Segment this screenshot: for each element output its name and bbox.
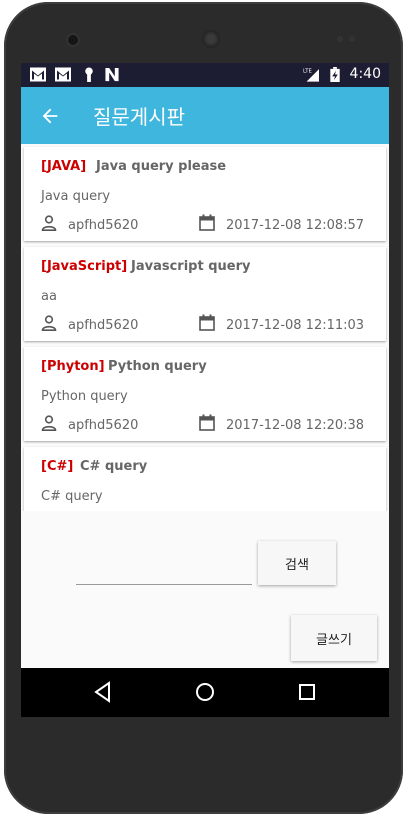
- post-card[interactable]: [JavaScript] Javascript query aa apfhd56…: [24, 247, 386, 341]
- post-body: aa: [41, 289, 57, 304]
- key-icon: [85, 67, 93, 82]
- screen: LTE 4:40 질문게시판 [JAVA] Java query please …: [21, 63, 389, 717]
- post-card[interactable]: [Phyton] Python query Python query apfhd…: [24, 347, 386, 441]
- write-button[interactable]: 글쓰기: [291, 615, 377, 661]
- svg-text:LTE: LTE: [303, 69, 312, 75]
- calendar-icon: [199, 414, 215, 431]
- n-icon: [105, 67, 119, 82]
- post-title: Javascript query: [131, 259, 251, 274]
- navigation-bar: [21, 668, 389, 717]
- post-body: C# query: [41, 489, 103, 504]
- front-camera: [68, 35, 78, 45]
- post-tag: [C#]: [41, 459, 74, 474]
- lte-signal-icon: LTE: [303, 69, 319, 82]
- calendar-icon: [199, 214, 215, 231]
- status-time: 4:40: [349, 66, 381, 82]
- post-date: 2017-12-08 12:20:38: [226, 418, 365, 433]
- battery-charging-icon: [330, 67, 340, 82]
- post-author: apfhd5620: [68, 318, 139, 333]
- post-author: apfhd5620: [68, 418, 139, 433]
- arrow-left-icon[interactable]: [39, 105, 61, 127]
- post-card[interactable]: [JAVA] Java query please Java query apfh…: [24, 147, 386, 241]
- post-tag: [JavaScript]: [41, 259, 128, 274]
- search-input[interactable]: [76, 584, 252, 585]
- light-sensor: [349, 36, 355, 42]
- status-bar: LTE 4:40: [21, 63, 389, 87]
- person-icon: [41, 415, 57, 431]
- post-author: apfhd5620: [68, 218, 139, 233]
- gmail-icon: [30, 67, 46, 82]
- search-button[interactable]: 검색: [258, 541, 336, 585]
- post-tag: [JAVA]: [41, 159, 87, 174]
- page-title: 질문게시판: [93, 105, 185, 129]
- calendar-icon: [199, 314, 215, 331]
- post-title: C# query: [80, 459, 148, 474]
- post-title: Java query please: [96, 159, 227, 174]
- person-icon: [41, 215, 57, 231]
- post-title: Python query: [108, 359, 207, 374]
- person-icon: [41, 315, 57, 331]
- app-bar: 질문게시판: [21, 87, 389, 144]
- post-list[interactable]: [JAVA] Java query please Java query apfh…: [21, 144, 389, 511]
- back-nav-icon[interactable]: [91, 680, 115, 704]
- post-card[interactable]: [C#] C# query C# query: [24, 447, 386, 511]
- home-nav-icon[interactable]: [193, 680, 217, 704]
- post-body: Java query: [41, 189, 111, 204]
- post-tag: [Phyton]: [41, 359, 105, 374]
- proximity-sensor: [337, 36, 343, 42]
- post-body: Python query: [41, 389, 128, 404]
- recents-nav-icon[interactable]: [295, 680, 319, 704]
- post-date: 2017-12-08 12:08:57: [226, 218, 365, 233]
- post-date: 2017-12-08 12:11:03: [226, 318, 365, 333]
- speaker-grille: [202, 30, 220, 48]
- gmail-icon: [55, 67, 71, 82]
